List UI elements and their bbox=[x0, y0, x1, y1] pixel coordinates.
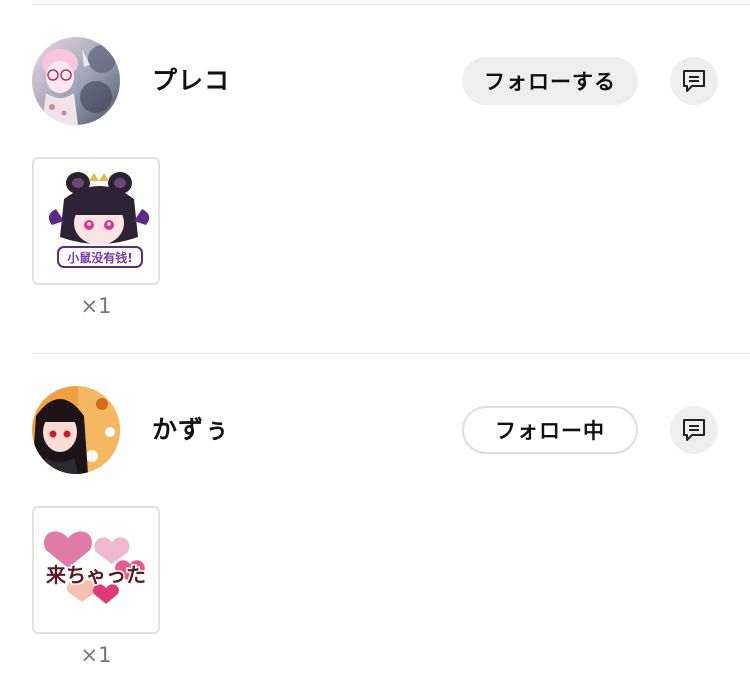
message-button[interactable] bbox=[670, 57, 718, 105]
following-button[interactable]: フォロー中 bbox=[462, 406, 638, 454]
message-icon bbox=[683, 419, 705, 441]
gift-sticker-image: 来ちゃった bbox=[44, 531, 148, 604]
list-item: プレコ フォローする 小鼠没有钱! ×1 bbox=[0, 37, 750, 337]
top-divider bbox=[32, 4, 750, 5]
gift-sticker-text: 小鼠没有钱! bbox=[67, 250, 132, 265]
gift-sticker[interactable]: 来ちゃった bbox=[32, 506, 160, 634]
gift-sticker-text: 来ちゃった bbox=[45, 563, 146, 587]
gift-count: ×1 bbox=[80, 643, 112, 667]
user-avatar-icon[interactable] bbox=[32, 386, 120, 474]
gift-sender-list: プレコ フォローする 小鼠没有钱! ×1 かずぅ フォロー中 来ちゃった ×1 bbox=[0, 0, 750, 700]
follow-button[interactable]: フォローする bbox=[462, 57, 638, 105]
username[interactable]: プレコ bbox=[152, 63, 230, 99]
list-item: かずぅ フォロー中 来ちゃった ×1 bbox=[0, 386, 750, 686]
message-button[interactable] bbox=[670, 406, 718, 454]
gift-count: ×1 bbox=[80, 294, 112, 318]
item-divider bbox=[32, 353, 750, 354]
gift-sticker-image: 小鼠没有钱! bbox=[48, 172, 150, 268]
username[interactable]: かずぅ bbox=[152, 412, 230, 448]
user-avatar-icon[interactable] bbox=[32, 37, 120, 125]
message-icon bbox=[683, 70, 705, 92]
gift-sticker[interactable]: 小鼠没有钱! bbox=[32, 157, 160, 285]
